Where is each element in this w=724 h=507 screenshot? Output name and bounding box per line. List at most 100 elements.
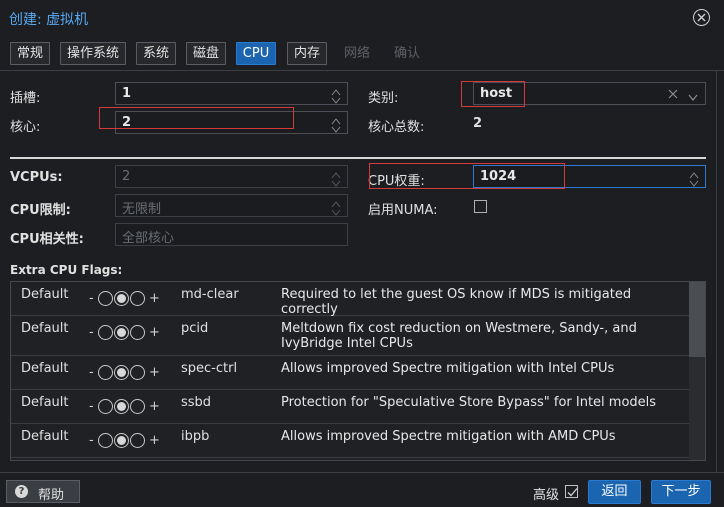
flag-description: Required to let the guest OS know if MDS… xyxy=(281,287,632,317)
spinner-down-icon[interactable] xyxy=(331,177,341,187)
flag-row: Default - + pcid Meltdown fix cost reduc… xyxy=(11,316,689,356)
flag-name: ibpb xyxy=(181,429,210,444)
flag-radio-default[interactable] xyxy=(114,399,129,414)
sockets-spinner[interactable] xyxy=(331,85,341,104)
cpu-limit-placeholder: 无限制 xyxy=(122,202,162,217)
flag-minus-label: - xyxy=(89,291,94,306)
flag-radio-off[interactable] xyxy=(98,433,113,448)
spinner-down-icon[interactable] xyxy=(331,206,341,216)
dialog-title: 创建: 虚拟机 xyxy=(9,12,89,28)
spinner-down-icon[interactable] xyxy=(689,177,699,187)
flag-description: Meltdown fix cost reduction on Westmere,… xyxy=(281,321,637,351)
check-icon xyxy=(567,488,578,497)
flag-radio-off[interactable] xyxy=(98,399,113,414)
chevron-down-icon[interactable] xyxy=(688,90,698,104)
spinner-up-icon[interactable] xyxy=(689,168,699,179)
spinner-up-icon[interactable] xyxy=(331,85,341,96)
sockets-input[interactable]: 1 xyxy=(115,82,348,105)
cores-highlight-box xyxy=(99,107,294,129)
flag-description: Protection for "Speculative Store Bypass… xyxy=(281,395,657,410)
extra-flags-grid: Default - + md-clear Required to let the… xyxy=(10,281,706,461)
flag-radio-group: - + xyxy=(89,363,169,381)
spinner-down-icon[interactable] xyxy=(331,123,341,133)
advanced-label: 高级 xyxy=(533,488,560,503)
flag-radio-group: - + xyxy=(89,431,169,449)
flag-default-label: Default xyxy=(21,395,69,410)
flags-scrollbar-thumb[interactable] xyxy=(689,282,705,357)
tab-cpu[interactable]: CPU xyxy=(236,42,276,65)
next-button[interactable]: 下一步 xyxy=(651,480,711,504)
flag-minus-label: - xyxy=(89,399,94,414)
content-scroll-edge xyxy=(716,70,717,472)
tab-system[interactable]: 系统 xyxy=(136,42,176,65)
flag-row: Default - + spec-ctrl Allows improved Sp… xyxy=(11,356,689,390)
sockets-label: 插槽: xyxy=(10,91,41,106)
advanced-separator xyxy=(10,157,706,159)
cpu-affinity-input[interactable]: 全部核心 xyxy=(115,223,348,246)
flag-radio-on[interactable] xyxy=(130,433,145,448)
flag-radio-on[interactable] xyxy=(130,399,145,414)
flag-minus-label: - xyxy=(89,365,94,380)
help-button-label: 帮助 xyxy=(38,488,65,503)
flag-plus-label: + xyxy=(149,365,160,380)
flag-radio-off[interactable] xyxy=(98,291,113,306)
flag-minus-label: - xyxy=(89,325,94,340)
flag-radio-default[interactable] xyxy=(114,433,129,448)
back-button[interactable]: 返回 xyxy=(588,480,641,504)
spinner-down-icon[interactable] xyxy=(331,94,341,104)
flag-radio-default[interactable] xyxy=(114,291,129,306)
flag-plus-label: + xyxy=(149,399,160,414)
help-icon: ? xyxy=(15,485,28,498)
dialog-titlebar: 创建: 虚拟机 xyxy=(0,0,724,36)
flag-radio-on[interactable] xyxy=(130,291,145,306)
cores-spinner[interactable] xyxy=(331,114,341,133)
flag-radio-on[interactable] xyxy=(130,325,145,340)
cores-label: 核心: xyxy=(10,120,41,135)
clear-icon[interactable] xyxy=(668,88,678,102)
tab-general[interactable]: 常规 xyxy=(10,42,50,65)
total-cores-label: 核心总数: xyxy=(368,120,425,135)
cpu-limit-label: CPU限制: xyxy=(10,203,71,218)
spinner-up-icon[interactable] xyxy=(331,114,341,125)
flag-description: Allows improved Spectre mitigation with … xyxy=(281,429,616,444)
cpu-weight-spinner[interactable] xyxy=(689,168,699,187)
total-cores-value: 2 xyxy=(473,116,483,131)
flag-radio-default[interactable] xyxy=(114,325,129,340)
cpu-weight-highlight-box xyxy=(369,163,565,189)
flag-plus-label: + xyxy=(149,291,160,306)
flag-description: Allows improved Spectre mitigation with … xyxy=(281,361,615,376)
flag-row: Default - + md-clear Required to let the… xyxy=(11,282,689,317)
flag-name: pcid xyxy=(181,321,209,336)
tab-confirm: 确认 xyxy=(393,46,420,61)
vcpus-input[interactable]: 2 xyxy=(115,165,348,188)
tab-os[interactable]: 操作系统 xyxy=(60,42,126,65)
flag-name: spec-ctrl xyxy=(181,361,238,376)
advanced-checkbox[interactable] xyxy=(565,485,578,498)
cpu-affinity-placeholder: 全部核心 xyxy=(122,231,175,246)
numa-label: 启用NUMA: xyxy=(368,203,438,218)
tab-memory[interactable]: 内存 xyxy=(287,42,327,65)
type-label: 类别: xyxy=(368,91,399,106)
spinner-up-icon[interactable] xyxy=(331,168,341,179)
flag-radio-off[interactable] xyxy=(98,365,113,380)
flag-radio-on[interactable] xyxy=(130,365,145,380)
cpu-limit-input[interactable]: 无限制 xyxy=(115,194,348,217)
flag-radio-default[interactable] xyxy=(114,365,129,380)
flag-row: Default - + ibpb Allows improved Spectre… xyxy=(11,424,689,458)
flag-name: ssbd xyxy=(181,395,212,410)
numa-checkbox[interactable] xyxy=(474,200,487,213)
tab-disk[interactable]: 磁盘 xyxy=(186,42,226,65)
close-icon[interactable] xyxy=(693,9,710,26)
flag-radio-off[interactable] xyxy=(98,325,113,340)
flag-row: Default - + ssbd Protection for "Specula… xyxy=(11,390,689,424)
flag-radio-group: - + xyxy=(89,323,169,341)
spinner-up-icon[interactable] xyxy=(331,197,341,208)
vcpus-spinner[interactable] xyxy=(331,168,341,187)
help-button[interactable]: ? 帮助 xyxy=(6,480,80,503)
tab-network: 网络 xyxy=(343,46,370,61)
flag-default-label: Default xyxy=(21,287,69,302)
dialog-footer: ? 帮助 高级 返回 下一步 xyxy=(0,472,724,507)
flags-scrollbar[interactable] xyxy=(689,282,705,460)
cpu-limit-spinner[interactable] xyxy=(331,197,341,216)
flag-default-label: Default xyxy=(21,321,69,336)
